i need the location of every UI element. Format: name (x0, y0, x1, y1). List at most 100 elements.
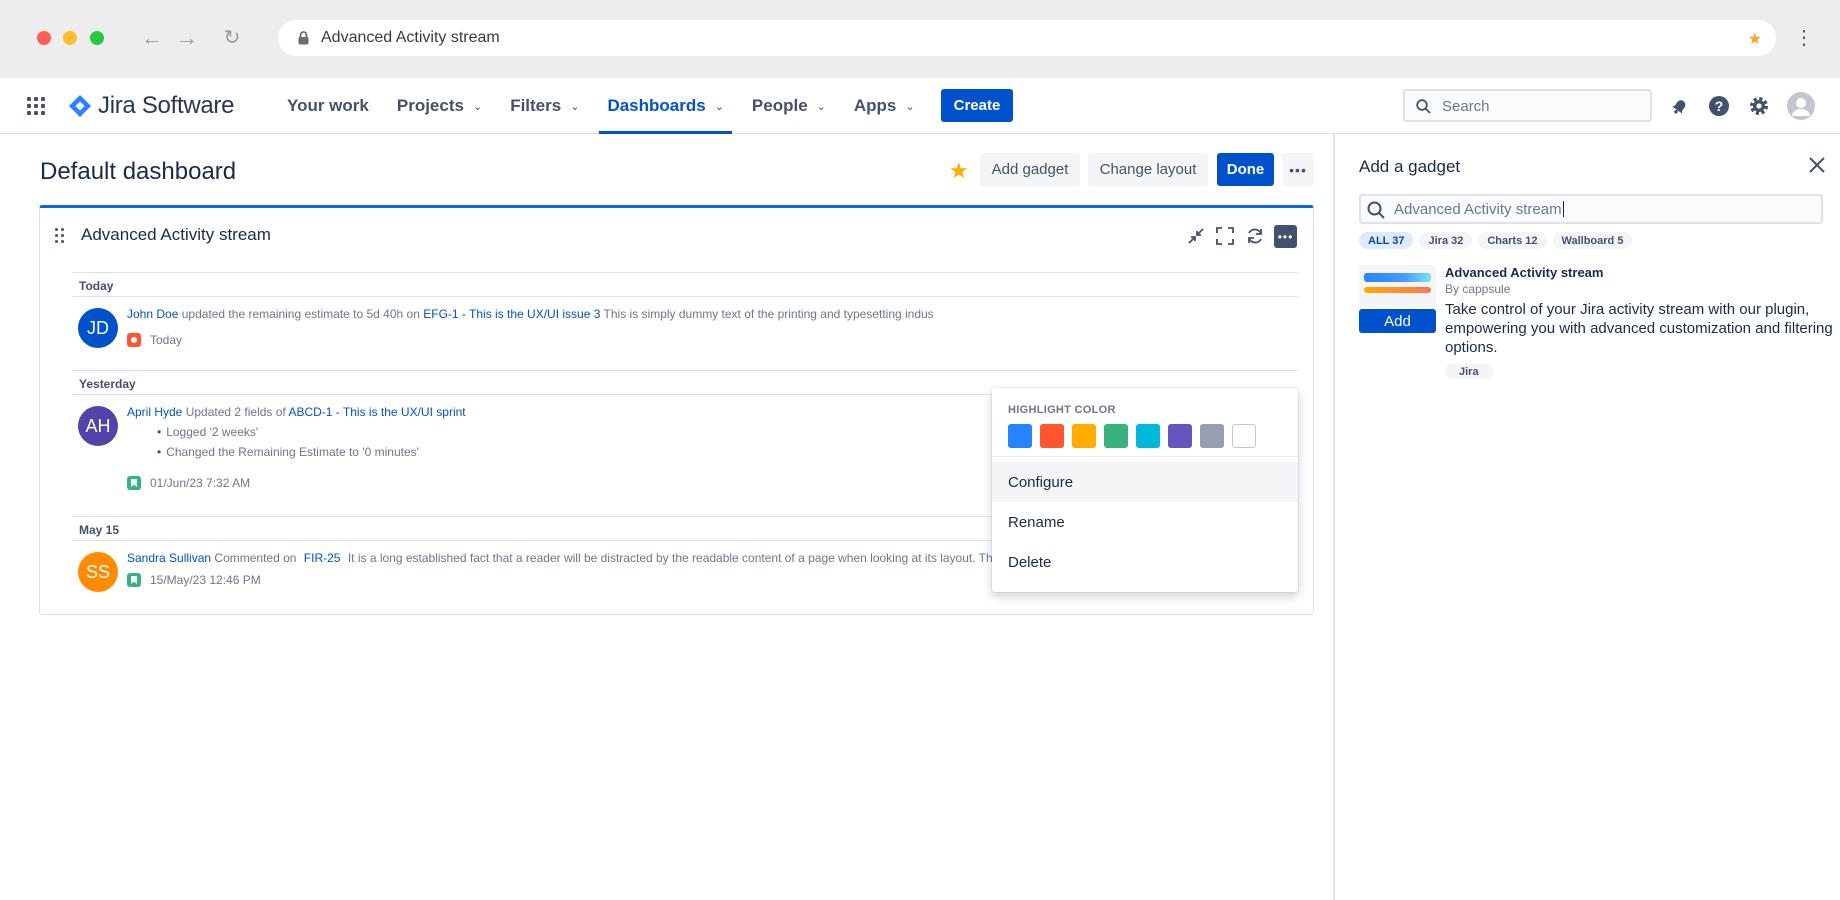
svg-text:?: ? (1715, 98, 1724, 114)
lock-icon (298, 31, 309, 45)
user-link[interactable]: Sandra Sullivan (127, 551, 211, 565)
notifications-icon[interactable] (1668, 94, 1692, 118)
bookmark-star-icon[interactable]: ★ (1748, 29, 1762, 49)
thumbnail-bar (1364, 287, 1431, 293)
thumbnail-bar (1364, 273, 1431, 282)
nav-projects-label: Projects (396, 96, 464, 115)
swatch-white[interactable] (1232, 424, 1256, 448)
activity-time: 15/May/23 12:46 PM (150, 573, 261, 587)
favorite-star-icon[interactable]: ★ (949, 158, 969, 184)
issue-link[interactable]: FIR-25 (304, 551, 341, 565)
swatch-grey[interactable] (1200, 424, 1224, 448)
minimize-gadget-icon[interactable] (1186, 226, 1206, 246)
add-gadget-button[interactable]: Add gadget (980, 153, 1080, 186)
swatch-yellow[interactable] (1072, 424, 1096, 448)
highlight-color-heading: HIGHLIGHT COLOR (1008, 404, 1116, 416)
nav-apps[interactable]: Apps ⌄ (842, 78, 927, 134)
gadget-options-menu: HIGHLIGHT COLOR Configure Rename Delete (992, 388, 1298, 592)
swatch-teal[interactable] (1136, 424, 1160, 448)
browser-menu-icon[interactable]: ⋮ (1794, 24, 1814, 52)
drag-handle-icon[interactable] (55, 228, 64, 243)
forward-arrow-icon[interactable]: → (173, 24, 201, 52)
activity-meta: 15/May/23 12:46 PM (127, 573, 261, 587)
maximize-window-button[interactable] (90, 31, 104, 45)
story-issue-icon (127, 476, 141, 490)
maximize-gadget-icon[interactable] (1215, 226, 1235, 246)
gadget-search-value: Advanced Activity stream (1394, 201, 1562, 218)
avatar[interactable]: SS (78, 552, 118, 592)
nav-dashboards-label: Dashboards (607, 96, 706, 115)
refresh-gadget-icon[interactable] (1245, 226, 1265, 246)
result-gadget-tag: Jira (1445, 364, 1493, 379)
swatch-blue[interactable] (1008, 424, 1032, 448)
dashboard-area: Default dashboard ★ Add gadget Change la… (0, 134, 1333, 900)
menu-item-configure[interactable]: Configure (992, 462, 1298, 502)
app-switcher-icon[interactable] (27, 97, 45, 115)
search-input[interactable]: Search (1403, 89, 1652, 122)
chevron-down-icon: ⌄ (472, 100, 483, 113)
chevron-down-icon: ⌄ (905, 100, 915, 113)
minimize-window-button[interactable] (63, 31, 77, 45)
swatch-red[interactable] (1040, 424, 1064, 448)
day-label-yesterday: Yesterday (79, 377, 136, 391)
nav-apps-label: Apps (853, 96, 897, 115)
nav-your-work-label: Your work (287, 96, 369, 115)
gadget-search-input[interactable]: Advanced Activity stream (1359, 194, 1823, 224)
nav-people-label: People (751, 96, 808, 115)
reload-icon[interactable]: ↻ (218, 24, 246, 52)
text-caret (1562, 201, 1564, 217)
gadget-title: Advanced Activity stream (81, 225, 271, 244)
filter-chip-all[interactable]: ALL 37 (1359, 232, 1414, 249)
change-layout-button[interactable]: Change layout (1088, 153, 1208, 186)
jira-diamond-icon (69, 95, 91, 117)
nav-your-work[interactable]: Your work (275, 78, 381, 134)
activity-meta: Today (127, 333, 182, 347)
change-item: Changed the Remaining Estimate to '0 min… (157, 445, 419, 459)
avatar[interactable]: JD (78, 308, 118, 348)
profile-avatar-icon[interactable] (1786, 91, 1816, 121)
address-bar[interactable]: Advanced Activity stream ★ (278, 20, 1776, 56)
issue-link[interactable]: ABCD-1 - This is the UX/UI sprint (288, 405, 465, 419)
filter-chip-jira[interactable]: Jira 32 (1419, 232, 1473, 249)
close-icon[interactable] (1808, 156, 1826, 174)
user-link[interactable]: April Hyde (127, 405, 182, 419)
done-button[interactable]: Done (1217, 153, 1274, 186)
nav-projects[interactable]: Projects ⌄ (385, 78, 494, 134)
back-arrow-icon[interactable]: ← (138, 24, 166, 52)
settings-gear-icon[interactable] (1747, 94, 1771, 118)
nav-dashboards[interactable]: Dashboards ⌄ (595, 78, 735, 134)
swatch-green[interactable] (1104, 424, 1128, 448)
chevron-down-icon: ⌄ (714, 100, 724, 113)
avatar[interactable]: AH (78, 406, 118, 446)
divider (72, 296, 1298, 297)
gadget-menu-button[interactable]: ••• (1274, 225, 1297, 248)
chevron-down-icon: ⌄ (570, 100, 580, 113)
filter-chip-charts[interactable]: Charts 12 (1478, 232, 1547, 249)
user-link[interactable]: John Doe (127, 307, 178, 321)
menu-item-delete[interactable]: Delete (992, 542, 1298, 582)
page-title: Default dashboard (40, 158, 237, 185)
add-gadget-result-button[interactable]: Add (1359, 309, 1436, 333)
help-icon[interactable]: ? (1707, 94, 1731, 118)
address-text: Advanced Activity stream (321, 29, 500, 46)
day-label-may-15: May 15 (79, 523, 120, 537)
close-window-button[interactable] (37, 31, 51, 45)
change-item: Logged '2 weeks' (157, 425, 258, 439)
nav-people[interactable]: People ⌄ (740, 78, 838, 134)
filter-chip-wallboard[interactable]: Wallboard 5 (1552, 232, 1633, 249)
more-actions-button[interactable]: ••• (1282, 153, 1314, 186)
bug-issue-icon (127, 333, 141, 347)
create-button[interactable]: Create (941, 89, 1013, 122)
result-gadget-name: Advanced Activity stream (1445, 265, 1604, 280)
activity-extra: This is simply dummy text of the printin… (603, 307, 934, 321)
swatch-purple[interactable] (1168, 424, 1192, 448)
day-label-today: Today (79, 279, 114, 293)
color-swatches (1008, 424, 1256, 448)
nav-filters[interactable]: Filters ⌄ (498, 78, 591, 134)
menu-item-rename[interactable]: Rename (992, 502, 1298, 542)
issue-link[interactable]: EFG-1 - This is the UX/UI issue 3 (423, 307, 600, 321)
jira-logo[interactable]: Jira Software (68, 92, 234, 120)
divider (72, 272, 1298, 273)
activity-time: 01/Jun/23 7:32 AM (150, 476, 251, 490)
product-name: Jira Software (98, 92, 235, 119)
